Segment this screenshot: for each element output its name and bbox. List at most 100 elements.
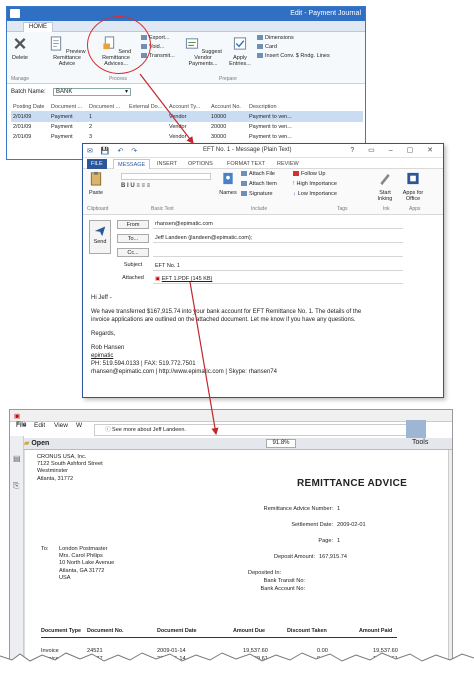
insert-conv-button[interactable]: Insert Conv. $ Rndg. Lines [257, 53, 330, 60]
group-tags: Tags [337, 206, 348, 212]
apps-for-office-button[interactable]: Apps for Office [399, 171, 427, 202]
pdf-sidebar: ▤ ⎘ [10, 436, 24, 666]
tab-insert[interactable]: INSERT [153, 159, 181, 169]
page-thumbnail-icon[interactable]: ▤ [13, 454, 21, 463]
document-title: REMITTANCE ADVICE [297, 478, 408, 489]
col-account-type[interactable]: Account Ty... [167, 102, 209, 111]
send-icon [94, 226, 106, 237]
apply-entries-icon [233, 37, 247, 50]
menu-view[interactable]: View [54, 422, 68, 429]
font-select[interactable] [121, 173, 211, 180]
col-posting-date[interactable]: Posting Date [11, 102, 49, 111]
apps-icon [407, 172, 419, 185]
flag-icon [293, 171, 299, 177]
delete-button[interactable]: Delete [9, 36, 31, 61]
col-description[interactable]: Description [247, 102, 307, 111]
preview-remittance-button[interactable]: Preview Remittance Advice [45, 36, 89, 67]
apply-entries-button[interactable]: Apply Entries... [229, 36, 251, 67]
message-body[interactable]: Hi Jeff - We have transferred $167,915.7… [91, 294, 371, 376]
table-row[interactable]: 2/01/09 Payment 3 Vendor 30000 Payment t… [11, 132, 363, 142]
batch-label: Batch Name: [11, 89, 46, 95]
batch-filter: Batch Name: BANK ▾ [11, 88, 131, 96]
torn-edge [0, 652, 474, 673]
field-label: Settlement Date: [291, 522, 333, 528]
exclamation-icon: ! [293, 181, 295, 187]
signature-button[interactable]: Signature [241, 191, 273, 198]
menu-window[interactable]: W [76, 422, 82, 429]
subject-field[interactable]: EFT No. 1 [153, 262, 403, 271]
chevron-down-icon: ▾ [124, 89, 128, 95]
zoom-field[interactable]: 91.8% [266, 439, 296, 448]
body-closing: Regards, [91, 331, 116, 337]
email-message-window: ✉ 💾 ↶ ↷ EFT No. 1 - Message (Plain Text)… [82, 143, 444, 398]
to-button[interactable]: To... [117, 234, 149, 243]
suggest-vendor-payments-button[interactable]: Suggest Vendor Payments... [181, 36, 225, 67]
pdf-app-icon: ▣ [14, 413, 21, 420]
tab-home[interactable]: HOME [23, 22, 53, 32]
tab-file[interactable]: FILE [87, 159, 107, 169]
format-buttons[interactable]: B I U ≡ ≡ ≡ [121, 183, 211, 190]
company-address: CRONUS USA, Inc. 7122 South Ashford Stre… [37, 454, 103, 482]
attachment-icon[interactable]: ⎘ [13, 481, 20, 491]
table-row[interactable]: 2/01/09 Payment 2 Vendor 20000 Payment t… [11, 122, 363, 132]
menu-edit[interactable]: Edit [34, 422, 45, 429]
signature-name: Rob Hansen [91, 345, 125, 351]
group-include: Include [251, 206, 268, 212]
to-field[interactable]: Jeff Landeen (jlandeen@epimatic.com); [153, 234, 403, 243]
insert-icon [257, 53, 263, 59]
follow-up-button[interactable]: Follow Up [293, 171, 325, 178]
paperclip-icon [241, 171, 247, 177]
card-icon [257, 44, 263, 50]
cc-field[interactable] [153, 248, 403, 257]
send-button[interactable]: Send [89, 220, 111, 254]
col-document-no[interactable]: Document ... [87, 102, 127, 111]
contact-tip[interactable]: ⓘ See more about Jeff Landeen. [94, 424, 424, 436]
journal-ribbon: Delete Preview Remittance Advice Send Re… [7, 32, 365, 84]
app-icon [10, 9, 20, 18]
journal-title: Edit - Payment Journal [290, 10, 361, 17]
pen-icon [380, 173, 390, 186]
tab-review[interactable]: REVIEW [273, 159, 303, 169]
card-button[interactable]: Card [257, 44, 277, 51]
batch-select[interactable]: BANK ▾ [53, 88, 131, 96]
quick-access-toolbar[interactable]: ✉ 💾 ↶ ↷ [87, 147, 140, 155]
email-title: EFT No. 1 - Message (Plain Text) [203, 147, 292, 153]
signature-company: epimatic [91, 353, 114, 359]
table-row[interactable]: 2/01/09 Payment 1 Vendor 10000 Payment t… [11, 112, 363, 122]
address-book-button[interactable]: Names [217, 171, 239, 196]
subject-label: Subject [123, 262, 143, 268]
suggest-payments-icon [186, 38, 199, 49]
field-label: Remittance Advice Number: [263, 506, 333, 512]
open-button[interactable]: ▰ Open [24, 439, 49, 447]
low-importance-button[interactable]: ↓ Low Importance [293, 191, 337, 198]
high-importance-button[interactable]: ! High Importance [293, 181, 337, 188]
col-account-no[interactable]: Account No. [209, 102, 247, 111]
signature-contact: rhansen@epimatic.com | http://www.epimat… [91, 369, 277, 375]
tab-message[interactable]: MESSAGE [113, 159, 151, 169]
from-button[interactable]: From [117, 220, 149, 229]
tab-format-text[interactable]: FORMAT TEXT [223, 159, 269, 169]
dimensions-button[interactable]: Dimensions [257, 35, 294, 42]
window-controls[interactable]: ? ▭ – ▢ ✕ [350, 146, 439, 154]
col-external-doc[interactable]: External Do... [127, 102, 167, 111]
recipient-address: London Postmaster Mrs. Carol Philips 10 … [59, 546, 115, 581]
dimensions-icon [257, 35, 263, 41]
journal-tabrow: HOME [7, 21, 365, 32]
menu-file[interactable]: File [16, 422, 26, 429]
tools-button[interactable]: Tools [412, 439, 428, 446]
col-document-type[interactable]: Document ... [49, 102, 87, 111]
journal-titlebar: Edit - Payment Journal [7, 7, 365, 21]
email-titlebar: ✉ 💾 ↶ ↷ EFT No. 1 - Message (Plain Text)… [83, 144, 443, 158]
cc-button[interactable]: Cc... [117, 248, 149, 257]
attach-file-button[interactable]: Attach File [241, 171, 275, 178]
from-value: rhansen@epimatic.com [153, 220, 403, 229]
attach-item-button[interactable]: Attach Item [241, 181, 277, 188]
tab-options[interactable]: OPTIONS [184, 159, 217, 169]
attachment-item[interactable]: ▣ EFT 1.PDF (145 KB) [153, 275, 403, 284]
folder-icon: ▰ [24, 440, 30, 447]
col-document-type: Document Type [41, 628, 82, 634]
vertical-scrollbar[interactable] [448, 450, 452, 666]
field-value: 2009-02-01 [337, 522, 366, 528]
start-inking-button[interactable]: Start Inking [373, 171, 397, 202]
paste-button[interactable]: Paste [85, 171, 107, 196]
